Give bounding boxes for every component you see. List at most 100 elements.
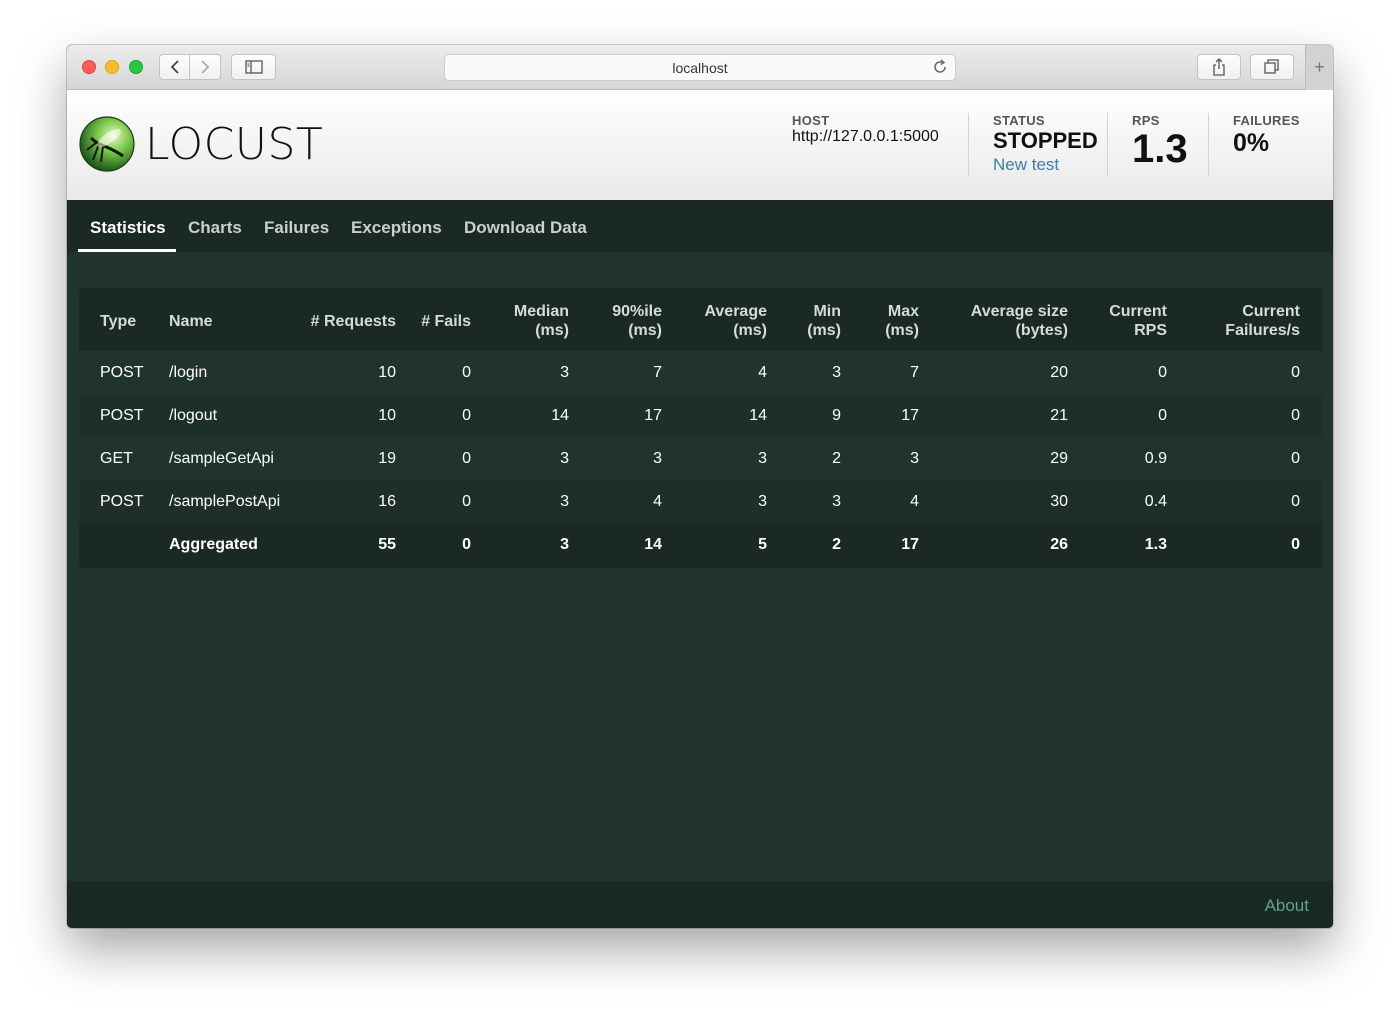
table-row: POST/login 10 0 3 7 4 3 7 20 0 0 (79, 351, 1322, 394)
cell-name: /samplePostApi (169, 493, 281, 510)
column-header-line: Max (887, 303, 919, 320)
rps-label: RPS (1132, 113, 1160, 128)
host-stat: HOST http://127.0.0.1:5000 (792, 113, 939, 146)
column-header-line: Failures/s (1225, 322, 1300, 339)
column-header-type[interactable]: Type (100, 312, 136, 331)
column-header-fails[interactable]: # Fails (421, 312, 471, 331)
cell-current-failures: 0 (1291, 493, 1300, 510)
column-header-min[interactable]: Min (ms) (807, 302, 841, 340)
cell-type: POST (100, 364, 144, 381)
address-bar[interactable]: localhost (444, 54, 956, 81)
share-button[interactable] (1197, 54, 1241, 80)
reload-icon[interactable] (932, 59, 948, 75)
column-header-p90[interactable]: 90%ile (ms) (612, 302, 662, 340)
cell-max: 17 (901, 536, 919, 553)
cell-name: /sampleGetApi (169, 450, 274, 467)
cell-fails: 0 (462, 493, 471, 510)
status-label: STATUS (993, 113, 1045, 128)
cell-fails: 0 (462, 450, 471, 467)
history-nav (159, 54, 221, 80)
statistics-table: Type Name # Requests # Fails Median (ms) 90%il… (79, 288, 1322, 568)
tab-statistics[interactable]: Statistics (90, 218, 166, 238)
main-nav: Statistics Charts Failures Exceptions Do… (67, 200, 1333, 252)
column-header-avg-size[interactable]: Average size (bytes) (971, 302, 1068, 340)
divider (968, 113, 969, 177)
column-header-line: Average size (970, 303, 1068, 320)
tab-failures[interactable]: Failures (264, 218, 329, 238)
cell-type: POST (100, 493, 144, 510)
cell-average: 4 (758, 364, 767, 381)
about-link[interactable]: About (1265, 896, 1309, 916)
column-header-line: (ms) (535, 322, 569, 339)
column-header-line: (ms) (885, 322, 919, 339)
status-stat: STATUS STOPPED New test (993, 113, 1098, 175)
zoom-window-button[interactable] (129, 60, 143, 74)
table-row: POST/samplePostApi 16 0 3 4 3 3 4 30 0.4 0 (79, 480, 1322, 523)
tabs-overview-button[interactable] (1250, 54, 1294, 80)
cell-average: 3 (758, 493, 767, 510)
cell-type: POST (100, 407, 144, 424)
column-header-name[interactable]: Name (169, 312, 213, 331)
cell-requests: 10 (378, 364, 396, 381)
cell-current-rps: 0.9 (1144, 450, 1167, 467)
column-header-average[interactable]: Average (ms) (704, 302, 767, 340)
new-tab-button[interactable]: + (1305, 45, 1333, 90)
cell-median: 3 (560, 493, 569, 510)
cell-avg-size: 26 (1050, 536, 1068, 553)
cell-average: 5 (758, 536, 767, 553)
cell-min: 9 (832, 407, 841, 424)
column-header-max[interactable]: Max (ms) (885, 302, 919, 340)
cell-avg-size: 21 (1050, 407, 1068, 424)
column-header-median[interactable]: Median (ms) (514, 302, 569, 340)
cell-p90: 17 (644, 407, 662, 424)
brand-name: LOCUST (145, 119, 324, 170)
cell-requests: 10 (378, 407, 396, 424)
address-bar-url: localhost (672, 59, 728, 76)
column-header-current-failures[interactable]: Current Failures/s (1225, 302, 1300, 340)
column-header-requests[interactable]: # Requests (311, 312, 396, 331)
share-icon (1213, 58, 1225, 76)
close-window-button[interactable] (82, 60, 96, 74)
status-value: STOPPED (993, 128, 1098, 153)
cell-fails: 0 (462, 536, 471, 553)
cell-requests: 19 (378, 450, 396, 467)
cell-current-failures: 0 (1291, 536, 1300, 553)
cell-median: 3 (560, 450, 569, 467)
footer: About (67, 881, 1333, 928)
back-button[interactable] (159, 54, 190, 80)
cell-median: 3 (560, 364, 569, 381)
tab-download-data[interactable]: Download Data (464, 218, 587, 238)
cell-type: GET (100, 450, 133, 467)
forward-button[interactable] (190, 54, 221, 80)
tab-charts[interactable]: Charts (188, 218, 242, 238)
cell-min: 2 (832, 450, 841, 467)
cell-current-rps: 0.4 (1144, 493, 1167, 510)
column-header-line: Current (1109, 303, 1167, 320)
browser-window: localhost + LOCUST HOST http://127.0.0.1… (67, 45, 1333, 928)
column-header-line: (bytes) (1015, 322, 1068, 339)
cell-min: 2 (832, 536, 841, 553)
cell-max: 7 (910, 364, 919, 381)
host-label: HOST (792, 113, 830, 128)
column-header-line: (ms) (628, 322, 662, 339)
cell-max: 4 (910, 493, 919, 510)
cell-current-rps: 1.3 (1144, 536, 1167, 553)
column-header-line: Type (100, 313, 137, 330)
failures-label: FAILURES (1233, 113, 1300, 128)
new-test-link[interactable]: New test (993, 155, 1098, 175)
column-header-current-rps[interactable]: Current RPS (1109, 302, 1167, 340)
tabs-icon (1264, 59, 1279, 74)
sidebar-toggle-button[interactable] (231, 54, 276, 80)
cell-current-failures: 0 (1291, 450, 1300, 467)
plus-icon: + (1314, 57, 1325, 77)
cell-fails: 0 (462, 407, 471, 424)
locust-logo-icon (79, 116, 135, 172)
table-header-row: Type Name # Requests # Fails Median (ms) 90%il… (79, 288, 1322, 351)
minimize-window-button[interactable] (105, 60, 119, 74)
cell-avg-size: 20 (1050, 364, 1068, 381)
cell-avg-size: 30 (1050, 493, 1068, 510)
failures-value: 0% (1233, 129, 1270, 157)
cell-name: Aggregated (169, 536, 258, 553)
browser-titlebar: localhost + (67, 45, 1333, 90)
tab-exceptions[interactable]: Exceptions (351, 218, 442, 238)
